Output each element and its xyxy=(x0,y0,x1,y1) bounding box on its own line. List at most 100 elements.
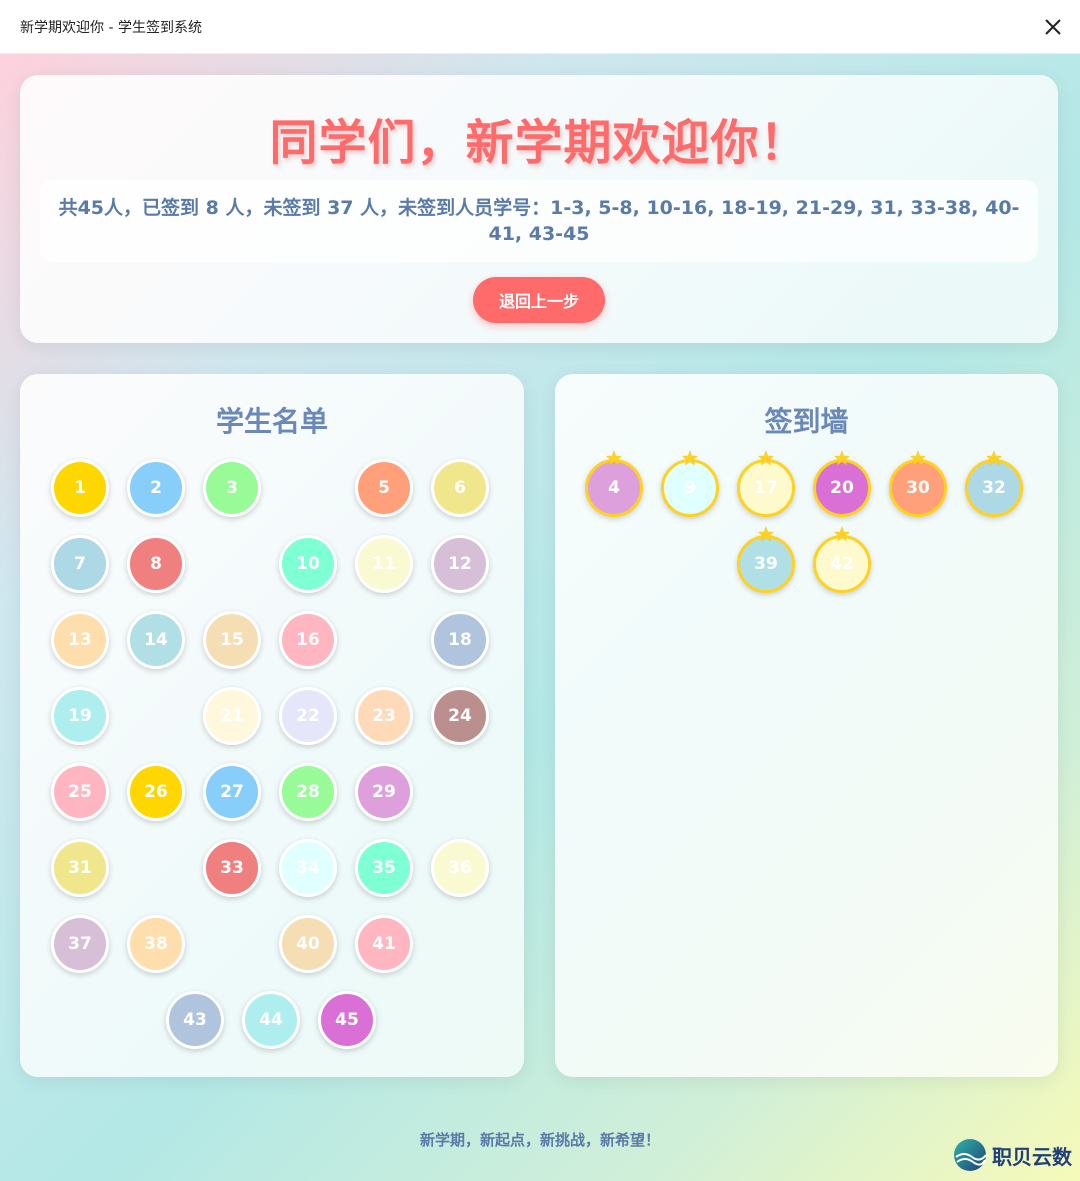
student-roster-panel: 学生名单 1 2 3 5 6 7 8 10 11 12 13 14 15 16 18 19 21 22 23 24 25… xyxy=(20,374,524,1077)
roster-title: 学生名单 xyxy=(215,405,328,438)
star-icon: ★ xyxy=(605,446,623,470)
student-bubble-13[interactable]: 13 xyxy=(51,611,109,669)
star-icon: ★ xyxy=(833,522,851,546)
student-bubble-31[interactable]: 31 xyxy=(51,839,109,897)
student-number: 37 xyxy=(68,934,92,954)
student-number: 44 xyxy=(259,1010,283,1030)
student-bubble-34[interactable]: 34 xyxy=(279,839,337,897)
student-bubble-28[interactable]: 28 xyxy=(279,763,337,821)
student-number: 12 xyxy=(448,554,472,574)
student-bubble-23[interactable]: 23 xyxy=(355,687,413,745)
student-number: 21 xyxy=(220,706,244,726)
student-bubble-24[interactable]: 24 xyxy=(431,687,489,745)
student-number: 33 xyxy=(220,858,244,878)
student-number: 41 xyxy=(372,934,396,954)
signed-bubble-39[interactable]: ★ 39 xyxy=(737,524,795,593)
student-number: 43 xyxy=(183,1010,207,1030)
signed-bubble-32[interactable]: ★ 32 xyxy=(965,448,1023,517)
student-number: 31 xyxy=(68,858,92,878)
student-number: 22 xyxy=(296,706,320,726)
signed-bubble-17[interactable]: ★ 17 xyxy=(737,448,795,517)
student-number: 3 xyxy=(226,478,238,498)
student-number: 9 xyxy=(684,478,696,498)
student-number: 17 xyxy=(754,478,778,498)
student-bubble-41[interactable]: 41 xyxy=(355,915,413,973)
student-bubble-5[interactable]: 5 xyxy=(355,459,413,517)
brand-name: 职贝云数 xyxy=(992,1144,1072,1169)
student-bubble-33[interactable]: 33 xyxy=(203,839,261,897)
student-number: 25 xyxy=(68,782,92,802)
student-number: 23 xyxy=(372,706,396,726)
student-number: 42 xyxy=(830,554,854,574)
student-bubble-25[interactable]: 25 xyxy=(51,763,109,821)
student-number: 16 xyxy=(296,630,320,650)
page-headline: 同学们，新学期欢迎你！ xyxy=(269,115,809,171)
star-icon: ★ xyxy=(985,446,1003,470)
student-number: 2 xyxy=(150,478,162,498)
student-bubble-37[interactable]: 37 xyxy=(51,915,109,973)
window-title: 新学期欢迎你 - 学生签到系统 xyxy=(20,19,202,36)
student-bubble-8[interactable]: 8 xyxy=(127,535,185,593)
signed-bubble-42[interactable]: ★ 42 xyxy=(813,524,871,593)
student-number: 38 xyxy=(144,934,168,954)
student-number: 7 xyxy=(74,554,86,574)
student-bubble-22[interactable]: 22 xyxy=(279,687,337,745)
student-bubble-10[interactable]: 10 xyxy=(279,535,337,593)
student-bubble-35[interactable]: 35 xyxy=(355,839,413,897)
student-bubble-3[interactable]: 3 xyxy=(203,459,261,517)
footer-slogan: 新学期，新起点，新挑战，新希望！ xyxy=(419,1131,660,1149)
student-number: 35 xyxy=(372,858,396,878)
star-icon: ★ xyxy=(909,446,927,470)
student-bubble-21[interactable]: 21 xyxy=(203,687,261,745)
student-bubble-1[interactable]: 1 xyxy=(51,459,109,517)
header-card: 同学们，新学期欢迎你！ 共45人，已签到 8 人，未签到 37 人，未签到人员学… xyxy=(20,75,1058,343)
student-number: 13 xyxy=(68,630,92,650)
student-bubble-14[interactable]: 14 xyxy=(127,611,185,669)
signed-bubble-4[interactable]: ★ 4 xyxy=(585,448,643,517)
student-bubble-15[interactable]: 15 xyxy=(203,611,261,669)
student-number: 14 xyxy=(144,630,168,650)
student-bubble-43[interactable]: 43 xyxy=(166,991,224,1049)
student-bubble-11[interactable]: 11 xyxy=(355,535,413,593)
student-bubble-7[interactable]: 7 xyxy=(51,535,109,593)
app-area: 同学们，新学期欢迎你！ 共45人，已签到 8 人，未签到 37 人，未签到人员学… xyxy=(0,54,1080,1181)
student-number: 24 xyxy=(448,706,472,726)
student-number: 20 xyxy=(830,478,854,498)
brand-logo: 职贝云数 xyxy=(952,1137,1072,1173)
student-bubble-36[interactable]: 36 xyxy=(431,839,489,897)
student-number: 45 xyxy=(335,1010,359,1030)
student-number: 27 xyxy=(220,782,244,802)
student-number: 1 xyxy=(74,478,86,498)
student-number: 36 xyxy=(448,858,472,878)
close-icon[interactable] xyxy=(1038,12,1068,42)
signed-bubble-9[interactable]: ★ 9 xyxy=(661,448,719,517)
student-bubble-44[interactable]: 44 xyxy=(242,991,300,1049)
student-bubble-19[interactable]: 19 xyxy=(51,687,109,745)
student-bubble-38[interactable]: 38 xyxy=(127,915,185,973)
student-bubble-40[interactable]: 40 xyxy=(279,915,337,973)
student-number: 11 xyxy=(372,554,396,574)
star-icon: ★ xyxy=(757,522,775,546)
back-button[interactable]: 退回上一步 xyxy=(473,277,605,323)
student-bubble-27[interactable]: 27 xyxy=(203,763,261,821)
student-number: 34 xyxy=(296,858,320,878)
student-bubble-45[interactable]: 45 xyxy=(318,991,376,1049)
student-number: 4 xyxy=(608,478,620,498)
student-bubble-2[interactable]: 2 xyxy=(127,459,185,517)
signin-wall-panel: 签到墙 ★ 4 ★ 9 ★ 17 ★ 20 ★ 30 ★ 32 ★ 39 ★ 42 xyxy=(555,374,1058,1077)
student-number: 32 xyxy=(982,478,1006,498)
signed-bubble-20[interactable]: ★ 20 xyxy=(813,448,871,517)
student-number: 29 xyxy=(372,782,396,802)
student-bubble-16[interactable]: 16 xyxy=(279,611,337,669)
student-number: 40 xyxy=(296,934,320,954)
student-bubble-29[interactable]: 29 xyxy=(355,763,413,821)
signed-bubble-30[interactable]: ★ 30 xyxy=(889,448,947,517)
student-bubble-12[interactable]: 12 xyxy=(431,535,489,593)
student-number: 30 xyxy=(906,478,930,498)
student-bubble-18[interactable]: 18 xyxy=(431,611,489,669)
brand-globe-icon xyxy=(954,1139,987,1171)
student-bubble-6[interactable]: 6 xyxy=(431,459,489,517)
student-number: 26 xyxy=(144,782,168,802)
student-bubble-26[interactable]: 26 xyxy=(127,763,185,821)
student-number: 39 xyxy=(754,554,778,574)
